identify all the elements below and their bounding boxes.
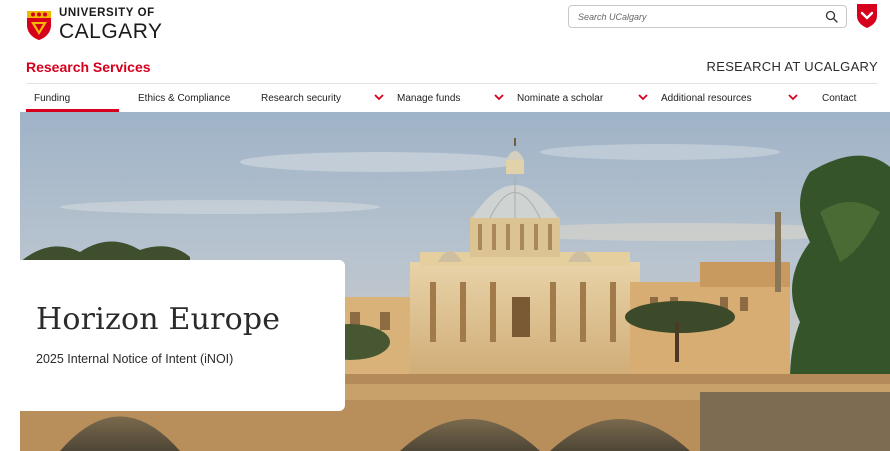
- chevron-down-icon[interactable]: [788, 94, 798, 101]
- chevron-down-icon[interactable]: [638, 94, 648, 101]
- chevron-down-icon[interactable]: [494, 94, 504, 101]
- nav-item-label: Funding: [34, 92, 71, 104]
- nav-item-funding[interactable]: Funding: [34, 84, 70, 112]
- nav-item-ethics-compliance[interactable]: Ethics & Compliance: [138, 84, 230, 112]
- hero-title: Horizon Europe: [36, 302, 281, 337]
- university-logo[interactable]: UNIVERSITY OF CALGARY: [26, 6, 163, 44]
- shield-chevron-icon[interactable]: [856, 3, 878, 29]
- search-icon[interactable]: [824, 9, 840, 25]
- nav-item-research-security[interactable]: Research security: [261, 84, 341, 112]
- nav-item-label: Ethics & Compliance: [138, 92, 231, 104]
- section-title[interactable]: Research Services: [26, 59, 151, 75]
- nav-item-label: Research security: [261, 92, 342, 104]
- nav-item-label: Manage funds: [397, 92, 461, 104]
- nav-item-manage-funds[interactable]: Manage funds: [397, 84, 460, 112]
- nav-item-label: Contact: [822, 92, 857, 104]
- chevron-down-icon[interactable]: [374, 94, 384, 101]
- search-input[interactable]: [578, 9, 808, 25]
- search-box: [568, 5, 847, 28]
- hero-subtitle: 2025 Internal Notice of Intent (iNOI): [36, 352, 234, 366]
- hero-card: Horizon Europe 2025 Internal Notice of I…: [18, 260, 345, 411]
- nav-item-additional-resources[interactable]: Additional resources: [661, 84, 752, 112]
- university-crest-icon: [27, 11, 51, 40]
- nav-item-label: Additional resources: [661, 92, 752, 104]
- site-header: UNIVERSITY OF CALGARY: [0, 0, 890, 50]
- main-nav: Funding Ethics & Compliance Research sec…: [0, 84, 890, 204]
- nav-item-contact[interactable]: Contact: [822, 84, 856, 112]
- research-at-ucalgary-link[interactable]: RESEARCH AT UCALGARY: [707, 59, 878, 74]
- nav-item-nominate-scholar[interactable]: Nominate a scholar: [517, 84, 603, 112]
- logo-line-1: UNIVERSITY OF: [59, 7, 155, 20]
- nav-item-label: Nominate a scholar: [517, 92, 604, 104]
- logo-line-2: CALGARY: [59, 19, 163, 43]
